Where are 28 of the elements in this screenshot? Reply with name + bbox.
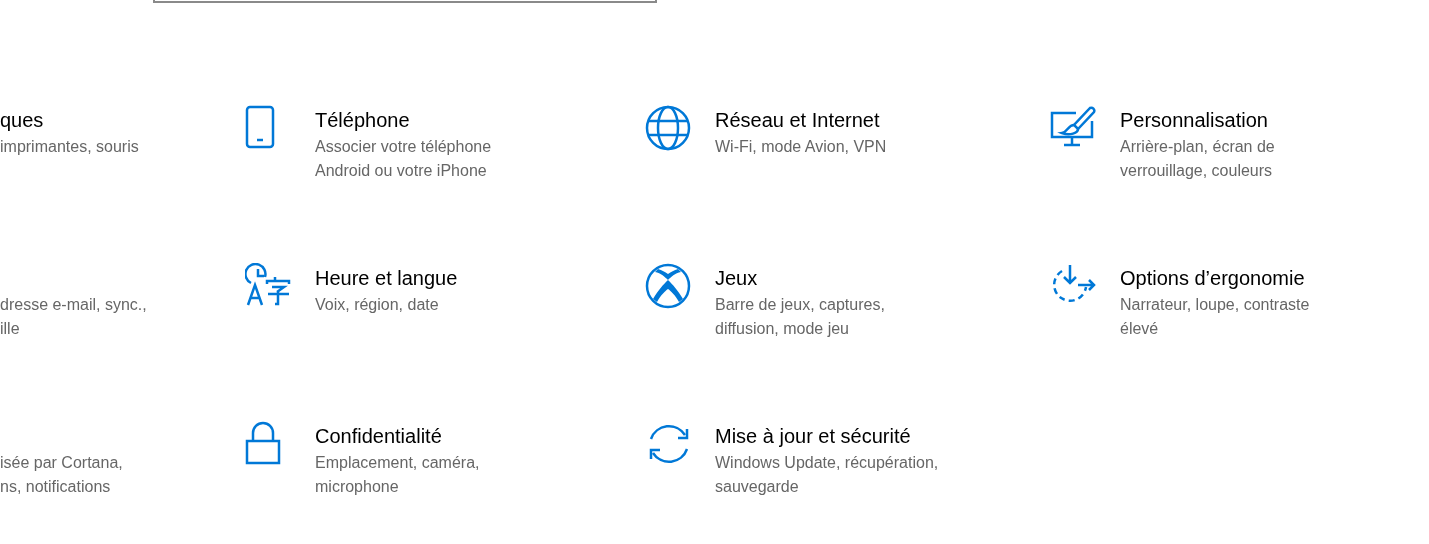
tile-description: Associer votre téléphone Android ou votre iPhone xyxy=(315,137,492,181)
tile-description: Voix, région, date xyxy=(315,295,440,315)
tile-description: Narrateur, loupe, contraste élevé xyxy=(1120,295,1310,339)
globe-icon xyxy=(645,105,691,151)
tile-title[interactable]: Jeux xyxy=(715,263,885,293)
monitor-brush-icon xyxy=(1050,105,1096,147)
tile-title[interactable]: Téléphone xyxy=(315,105,492,135)
tile-description: Wi-Fi, mode Avion, VPN xyxy=(715,137,887,157)
search-field[interactable] xyxy=(153,0,657,3)
tile-title[interactable]: ques xyxy=(0,105,139,135)
clock-language-icon xyxy=(245,263,291,307)
game-logo-icon xyxy=(645,263,691,309)
tile-description: Windows Update, récupération, sauvegarde xyxy=(715,453,939,497)
tile-title[interactable]: Réseau et Internet xyxy=(715,105,887,135)
tile-description: Barre de jeux, captures, diffusion, mode jeu xyxy=(715,295,885,339)
tile-description: dresse e-mail, sync., ille xyxy=(0,295,147,339)
dashed-circle-arrow-icon xyxy=(1050,263,1098,305)
tile-description: Arrière-plan, écran de verrouillage, couleurs xyxy=(1120,137,1275,181)
tile-description: imprimantes, souris xyxy=(0,137,139,157)
lock-icon xyxy=(245,421,281,465)
tile-title[interactable]: Personnalisation xyxy=(1120,105,1275,135)
tile-description: Emplacement, caméra, microphone xyxy=(315,453,480,497)
tile-title[interactable]: Heure et langue xyxy=(315,263,458,293)
phone-icon xyxy=(245,105,275,149)
tile-title[interactable]: Confidentialité xyxy=(315,421,480,451)
tile-description: isée par Cortana, ns, notifications xyxy=(0,453,123,497)
tile-title[interactable]: Mise à jour et sécurité xyxy=(715,421,939,451)
tile-title[interactable]: Options d’ergonomie xyxy=(1120,263,1310,293)
